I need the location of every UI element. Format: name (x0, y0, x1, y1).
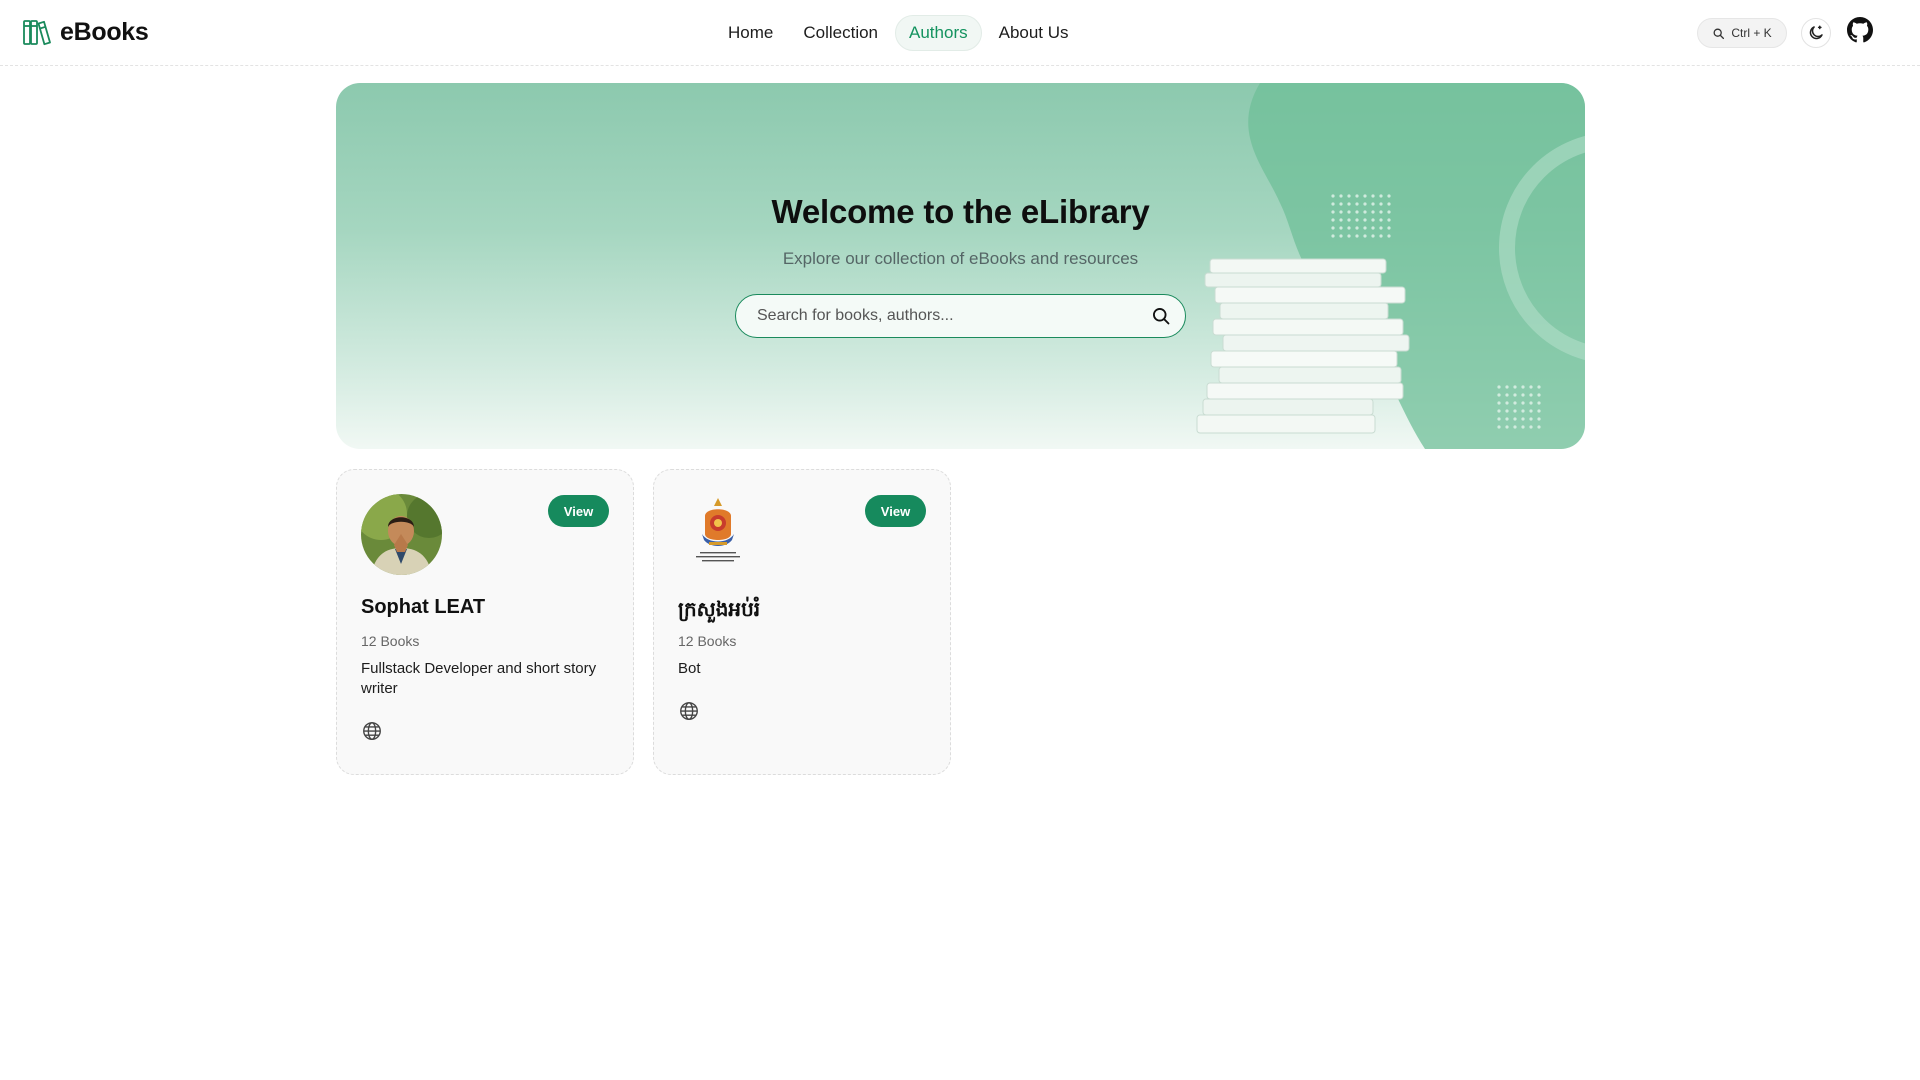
hero-title: Welcome to the eLibrary (771, 193, 1150, 230)
hero-banner: Welcome to the eLibrary Explore our coll… (336, 83, 1585, 449)
view-author-button[interactable]: View (865, 495, 926, 527)
nav-authors[interactable]: Authors (895, 15, 982, 51)
author-book-count: 12 Books (678, 633, 737, 649)
author-book-count: 12 Books (361, 633, 420, 649)
logo[interactable]: eBooks (22, 17, 149, 47)
books-logo-icon (23, 20, 51, 46)
nav-home[interactable]: Home (715, 16, 786, 50)
author-bio: Bot (678, 660, 701, 677)
hero-subtitle: Explore our collection of eBooks and res… (782, 249, 1139, 268)
globe-icon[interactable] (678, 700, 700, 722)
author-avatar (678, 494, 759, 575)
main-nav: Home Collection Authors About Us (715, 15, 1082, 51)
moon-icon (1809, 25, 1823, 40)
search-icon[interactable] (1151, 306, 1171, 326)
author-card: View Sophat LEAT 12 Books Fullstack Deve… (336, 469, 634, 775)
theme-toggle-button[interactable] (1801, 18, 1831, 48)
author-card: View ក្រសួងអប់រំ 12 Books Bot (653, 469, 951, 775)
command-search-button[interactable]: Ctrl + K (1697, 18, 1787, 48)
github-icon (1847, 17, 1873, 43)
ministry-emblem-image (678, 494, 759, 575)
search-icon (1713, 28, 1725, 39)
author-portrait-image (361, 494, 442, 575)
github-link[interactable] (1846, 16, 1874, 44)
author-name: ក្រសួងអប់រំ (678, 599, 761, 621)
globe-icon[interactable] (361, 720, 383, 742)
top-navbar: eBooks Home Collection Authors About Us … (0, 0, 1920, 66)
search-shortcut-label: Ctrl + K (1731, 26, 1772, 40)
search-input[interactable] (757, 307, 1151, 325)
author-bio: Fullstack Developer and short story writ… (361, 660, 597, 697)
app-name: eBooks (60, 17, 149, 46)
author-name: Sophat LEAT (361, 596, 486, 618)
nav-about-us[interactable]: About Us (986, 16, 1082, 50)
view-author-button[interactable]: View (548, 495, 609, 527)
nav-collection[interactable]: Collection (790, 16, 891, 50)
hero-search-bar (735, 294, 1186, 338)
author-avatar (361, 494, 442, 575)
